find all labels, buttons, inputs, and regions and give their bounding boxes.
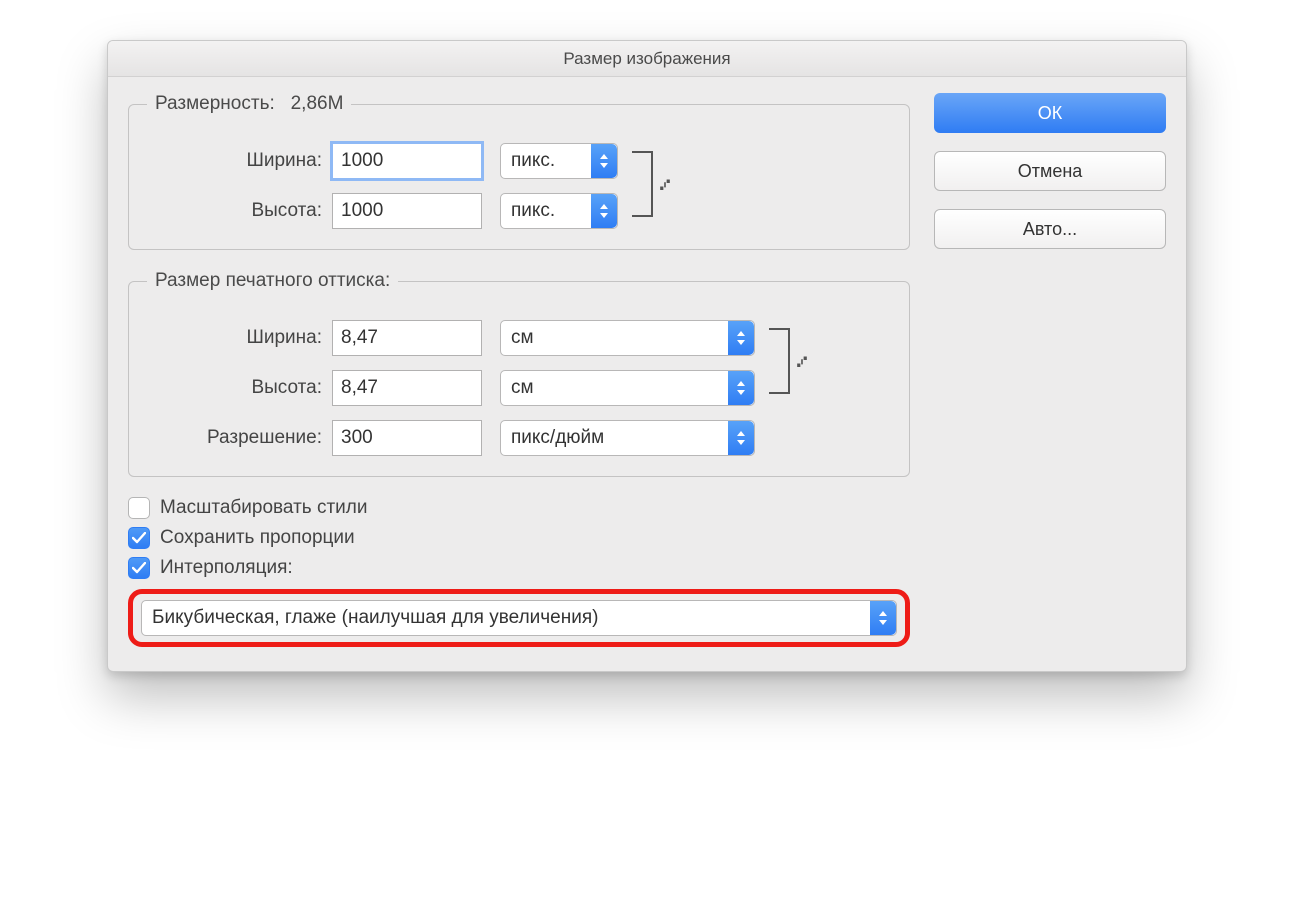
interpolation-value-text: Бикубическая, глаже (наилучшая для увели…: [142, 607, 870, 629]
dimensions-legend-text: Размерность:: [155, 93, 275, 114]
updown-icon: [591, 144, 617, 178]
pixel-width-input[interactable]: [332, 143, 482, 179]
pixel-width-unit-text: пикс.: [501, 150, 591, 172]
resolution-label: Разрешение:: [147, 427, 332, 449]
updown-icon: [591, 194, 617, 228]
ok-button[interactable]: ОК: [934, 93, 1166, 133]
dimensions-size-text: 2,86M: [291, 93, 344, 114]
resolution-input[interactable]: [332, 420, 482, 456]
pixel-width-label: Ширина:: [147, 150, 332, 172]
interpolation-label: Интерполяция:: [160, 557, 293, 579]
pixel-dimensions-legend: Размерность: 2,86M: [147, 93, 351, 115]
print-width-unit-text: см: [501, 327, 728, 349]
highlight-annotation: Бикубическая, глаже (наилучшая для увели…: [128, 589, 910, 647]
pixel-height-input[interactable]: [332, 193, 482, 229]
pixel-height-unit-text: пикс.: [501, 200, 591, 222]
updown-icon: [870, 601, 896, 635]
svg-text:⑇: ⑇: [660, 175, 670, 194]
image-size-dialog: Размер изображения Размерность: 2,86M Ши…: [107, 40, 1187, 672]
pixel-height-label: Высота:: [147, 200, 332, 222]
svg-text:⑇: ⑇: [797, 352, 807, 371]
print-height-label: Высота:: [147, 377, 332, 399]
constrain-link-icon: ⑇: [630, 139, 680, 229]
constrain-proportions-label: Сохранить пропорции: [160, 527, 355, 549]
pixel-dimensions-group: Размерность: 2,86M Ширина: пикс.: [128, 93, 910, 250]
resolution-unit-text: пикс/дюйм: [501, 427, 728, 449]
pixel-width-unit-select[interactable]: пикс.: [500, 143, 618, 179]
print-width-label: Ширина:: [147, 327, 332, 349]
updown-icon: [728, 421, 754, 455]
print-height-input[interactable]: [332, 370, 482, 406]
scale-styles-checkbox[interactable]: [128, 497, 150, 519]
print-width-unit-select[interactable]: см: [500, 320, 755, 356]
dialog-title: Размер изображения: [108, 41, 1186, 77]
print-height-unit-select[interactable]: см: [500, 370, 755, 406]
print-width-input[interactable]: [332, 320, 482, 356]
scale-styles-label: Масштабировать стили: [160, 497, 367, 519]
resolution-unit-select[interactable]: пикс/дюйм: [500, 420, 755, 456]
updown-icon: [728, 321, 754, 355]
print-height-unit-text: см: [501, 377, 728, 399]
cancel-button[interactable]: Отмена: [934, 151, 1166, 191]
constrain-proportions-checkbox[interactable]: [128, 527, 150, 549]
interpolation-checkbox[interactable]: [128, 557, 150, 579]
print-size-legend: Размер печатного оттиска:: [147, 270, 398, 292]
auto-button[interactable]: Авто...: [934, 209, 1166, 249]
updown-icon: [728, 371, 754, 405]
pixel-height-unit-select[interactable]: пикс.: [500, 193, 618, 229]
constrain-link-icon: ⑇: [767, 316, 817, 406]
print-size-group: Размер печатного оттиска: Ширина: см: [128, 270, 910, 477]
interpolation-select[interactable]: Бикубическая, глаже (наилучшая для увели…: [141, 600, 897, 636]
